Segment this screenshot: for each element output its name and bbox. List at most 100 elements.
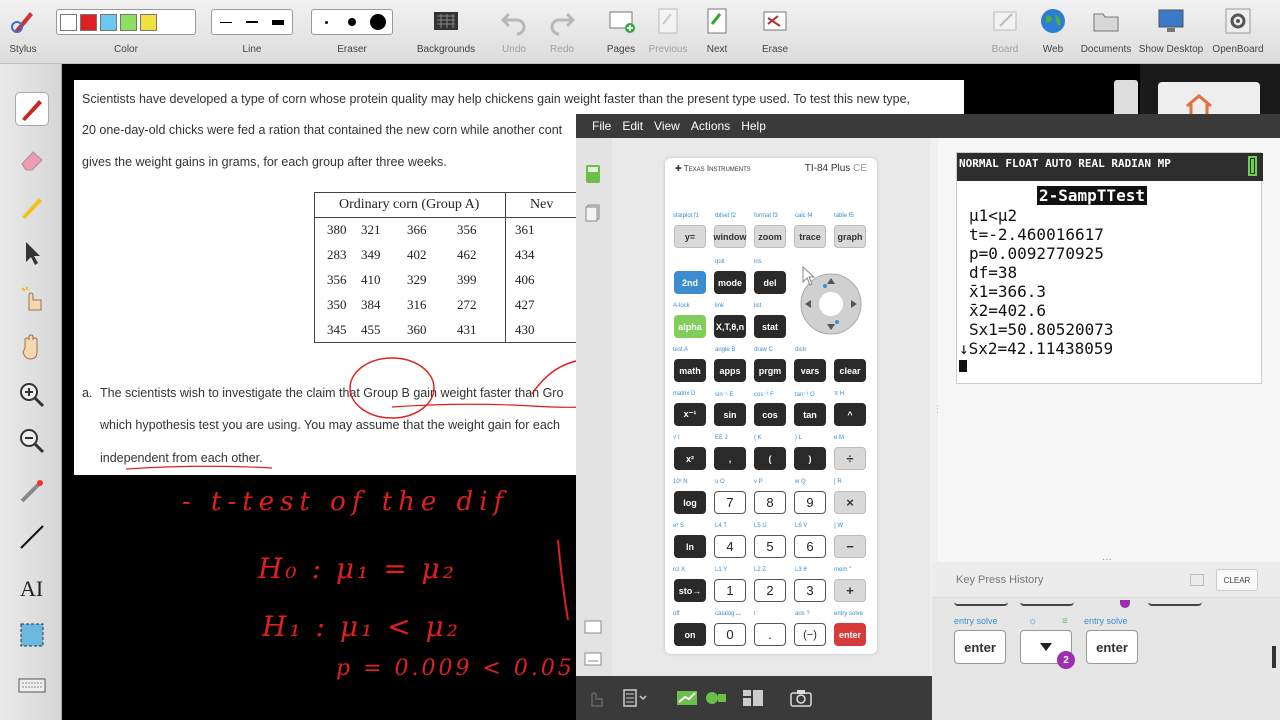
backgrounds-button[interactable]: Backgrounds: [412, 0, 480, 64]
key-inverse[interactable]: x⁻¹: [674, 403, 706, 426]
key-decimal[interactable]: .: [754, 623, 786, 646]
tool-capture[interactable]: [15, 618, 49, 652]
key-on[interactable]: on: [674, 623, 706, 646]
tool-text[interactable]: AI: [15, 570, 49, 604]
menu-file[interactable]: File: [592, 119, 611, 133]
key-enter[interactable]: enter: [834, 623, 866, 646]
key-ln[interactable]: ln: [674, 535, 706, 558]
key-close-paren[interactable]: ): [794, 447, 826, 470]
stylus-button[interactable]: Stylus: [0, 0, 46, 64]
menu-actions[interactable]: Actions: [691, 119, 730, 133]
screenshot-panel-icon[interactable]: [584, 620, 602, 634]
key-sin[interactable]: sin: [714, 403, 746, 426]
key-2[interactable]: 2: [754, 579, 786, 602]
key-6[interactable]: 6: [794, 535, 826, 558]
key-graph[interactable]: graph: [834, 225, 866, 248]
key-tan[interactable]: tan: [794, 403, 826, 426]
home-object[interactable]: [1158, 82, 1260, 118]
keypad-panel-icon[interactable]: [584, 652, 602, 666]
board-button[interactable]: Board: [986, 0, 1024, 64]
key-open-paren[interactable]: (: [754, 447, 786, 470]
key-window[interactable]: window: [714, 225, 747, 248]
key-vars[interactable]: vars: [794, 359, 826, 382]
document-icon[interactable]: [585, 204, 601, 222]
key-9[interactable]: 9: [794, 491, 826, 514]
menu-view[interactable]: View: [654, 119, 680, 133]
calculator-icon[interactable]: [585, 164, 601, 184]
next-button[interactable]: Next: [698, 0, 736, 64]
calculator-dropdown-icon[interactable]: [622, 688, 648, 708]
key-add[interactable]: +: [834, 579, 866, 602]
key-mode[interactable]: mode: [714, 271, 746, 294]
key-prgm[interactable]: prgm: [754, 359, 786, 382]
tool-interact[interactable]: [15, 282, 49, 316]
tool-line[interactable]: [15, 520, 49, 554]
key-4[interactable]: 4: [714, 535, 746, 558]
tool-select[interactable]: [15, 236, 49, 270]
chart-trend-icon[interactable]: [676, 690, 698, 706]
history-key-enter[interactable]: enter: [954, 630, 1006, 664]
key-power[interactable]: ^: [834, 403, 866, 426]
key-trace[interactable]: trace: [794, 225, 826, 248]
tool-highlighter[interactable]: [15, 190, 49, 224]
key-log[interactable]: log: [674, 491, 706, 514]
key-0[interactable]: 0: [714, 623, 746, 646]
pointer-icon[interactable]: [584, 688, 606, 708]
erase-button[interactable]: Erase: [756, 0, 794, 64]
key-negative[interactable]: (−): [794, 623, 826, 646]
show-desktop-button[interactable]: Show Desktop: [1138, 0, 1204, 64]
key-xtthetan[interactable]: X,T,θ,n: [714, 315, 746, 338]
key-sub-label: matrix D: [673, 391, 696, 397]
web-button[interactable]: Web: [1034, 0, 1072, 64]
key-clear[interactable]: clear: [834, 359, 866, 382]
key-8[interactable]: 8: [754, 491, 786, 514]
key-3[interactable]: 3: [794, 579, 826, 602]
undo-button[interactable]: Undo: [496, 0, 532, 64]
key-5[interactable]: 5: [754, 535, 786, 558]
key-stat[interactable]: stat: [754, 315, 786, 338]
key-y-equals[interactable]: y=: [674, 225, 706, 248]
tool-pen[interactable]: [15, 92, 49, 126]
key-del[interactable]: del: [754, 271, 786, 294]
ti-brand-text: Texas Instruments: [683, 164, 751, 173]
key-cos[interactable]: cos: [754, 403, 786, 426]
menu-edit[interactable]: Edit: [622, 119, 643, 133]
ti84-emulator-window[interactable]: File Edit View Actions Help ✚ Texas Inst…: [576, 114, 1280, 720]
tool-hand[interactable]: [15, 330, 49, 364]
tool-eraser[interactable]: [15, 142, 49, 176]
openboard-button[interactable]: OpenBoard: [1208, 0, 1268, 64]
key-7[interactable]: 7: [714, 491, 746, 514]
key-alpha[interactable]: alpha: [674, 315, 706, 338]
previous-button[interactable]: Previous: [646, 0, 690, 64]
key-1[interactable]: 1: [714, 579, 746, 602]
key-square[interactable]: x²: [674, 447, 706, 470]
tool-keyboard[interactable]: [15, 668, 49, 702]
tool-laser[interactable]: [15, 474, 49, 508]
redo-button[interactable]: Redo: [544, 0, 580, 64]
history-key-down[interactable]: 2: [1020, 630, 1075, 669]
table-cell: 350: [327, 297, 347, 312]
key-math[interactable]: math: [674, 359, 706, 382]
key-zoom[interactable]: zoom: [754, 225, 786, 248]
key-2nd[interactable]: 2nd: [674, 271, 706, 294]
camera-icon[interactable]: [790, 689, 812, 707]
key-comma[interactable]: ,: [714, 447, 746, 470]
layout-icon[interactable]: [742, 689, 764, 707]
kph-clear-button[interactable]: CLEAR: [1216, 569, 1258, 591]
menu-help[interactable]: Help: [741, 119, 766, 133]
key-multiply[interactable]: ×: [834, 491, 866, 514]
tool-zoom-in[interactable]: [15, 378, 49, 412]
speed-icon[interactable]: [704, 690, 728, 706]
pages-button[interactable]: Pages: [602, 0, 640, 64]
key-subtract[interactable]: −: [834, 535, 866, 558]
calculator-screen[interactable]: NORMAL FLOAT AUTO REAL RADIAN MP 2-SampT…: [956, 152, 1263, 384]
key-divide[interactable]: ÷: [834, 447, 866, 470]
kph-scrollbar[interactable]: [1272, 646, 1276, 668]
history-key-enter[interactable]: enter: [1086, 630, 1138, 664]
ti-model: TI-84 Plus CE: [805, 163, 867, 174]
key-store[interactable]: sto→: [674, 579, 706, 602]
documents-button[interactable]: Documents: [1078, 0, 1134, 64]
copy-icon[interactable]: [1190, 574, 1204, 586]
tool-zoom-out[interactable]: [15, 424, 49, 458]
key-apps[interactable]: apps: [714, 359, 746, 382]
